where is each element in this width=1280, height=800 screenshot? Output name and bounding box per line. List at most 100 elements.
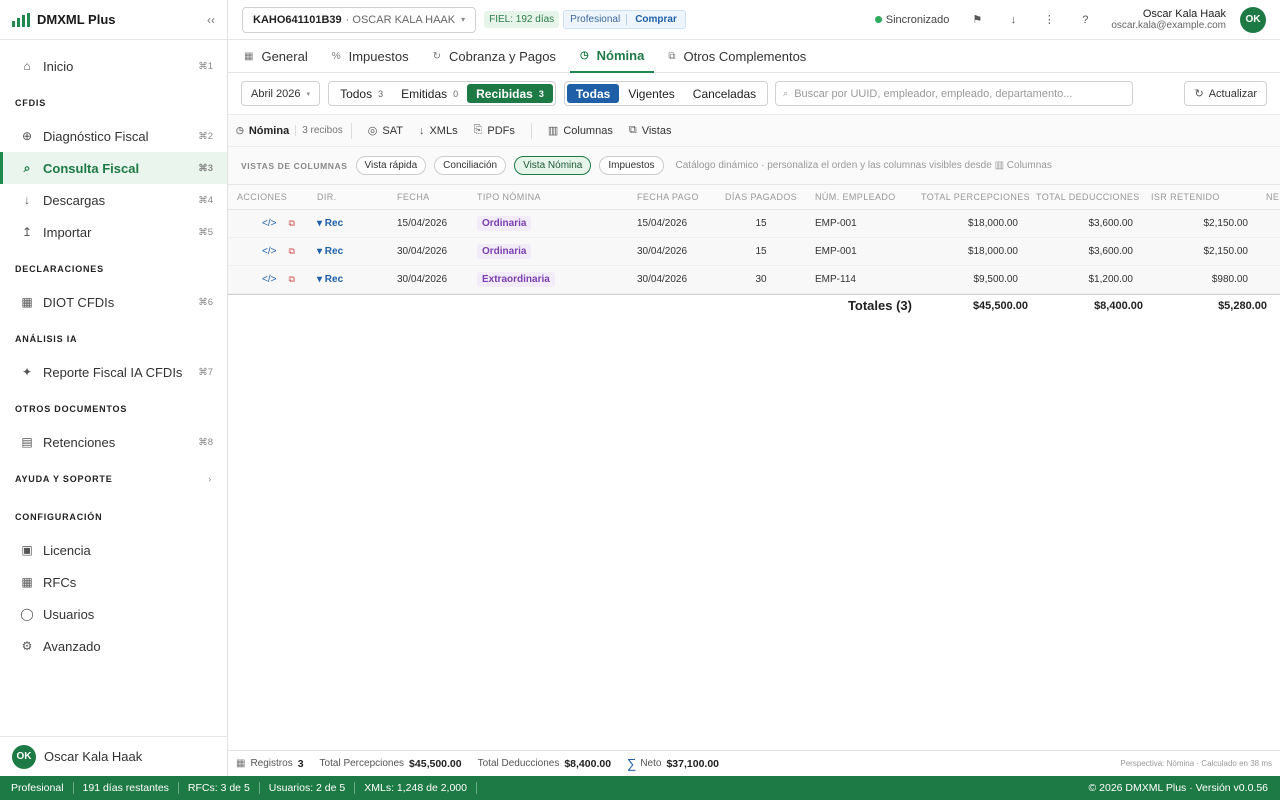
nav-section-label: CONFIGURACIÓN (15, 512, 103, 522)
nav-section-ayuda-y-soporte[interactable]: AYUDA Y SOPORTE › (0, 462, 227, 496)
column-header-tipo-nomina[interactable]: TIPO NÓMINA (468, 192, 628, 202)
download-icon: ↓ (24, 193, 30, 207)
avatar[interactable]: OK (1240, 6, 1266, 33)
table-row[interactable]: </> ⧉ ▾ Rec 30/04/2026 Extraordinaria 30/04/2… (228, 266, 1280, 294)
sidebar-item-diagnostico-fiscal[interactable]: ⊕ Diagnóstico Fiscal ⌘2 (0, 120, 227, 152)
view-chip-vista-rapida[interactable]: Vista rápida (355, 156, 427, 175)
filter-todas[interactable]: Todas (566, 84, 620, 103)
deductions-cell: $3,600.00 (1088, 246, 1134, 257)
xmls-button[interactable]: ↓ XMLs (411, 125, 466, 137)
column-views: VISTAS DE COLUMNAS Vista rápida Conciliac… (228, 147, 1280, 185)
direction-cell: ▾ Rec (308, 274, 388, 285)
filter-count: 0 (453, 88, 459, 99)
sidebar-item-avanzado[interactable]: ⚙ Avanzado (0, 630, 227, 662)
month-selector[interactable]: Abril 2026 ▾ (241, 81, 321, 106)
user-block[interactable]: Oscar Kala Haak oscar.kala@example.com (1111, 8, 1226, 32)
sidebar-item-usuarios[interactable]: ◯ Usuarios (0, 598, 227, 630)
isr-cell: $980.00 (1211, 274, 1248, 285)
filter-vigentes[interactable]: Vigentes (619, 84, 683, 103)
deductions-cell: $1,200.00 (1088, 274, 1134, 285)
shortcut-hint: ⌘2 (198, 130, 213, 142)
filter-canceladas[interactable]: Canceladas (684, 84, 765, 103)
sidebar-item-rfcs[interactable]: ▦ RFCs (0, 566, 227, 598)
flag-icon[interactable]: ⚑ (959, 13, 995, 26)
search-input[interactable] (794, 87, 1115, 100)
pdf-icon[interactable]: ⧉ (288, 274, 294, 285)
complements-icon: ⧉ (668, 51, 676, 62)
sidebar-item-descargas[interactable]: ↓ Descargas ⌘4 (0, 184, 227, 216)
direction-cell-value[interactable]: ▾ Rec (317, 274, 343, 285)
sidebar-item-reporte-fiscal-ia-cfdis[interactable]: ✦ Reporte Fiscal IA CFDIs ⌘7 (0, 356, 227, 388)
chevron-down-icon: ▾ (306, 90, 311, 98)
filter-count: 3 (378, 88, 384, 99)
view-chip-vista-nomina[interactable]: Vista Nómina (514, 156, 592, 175)
sidebar-item-consulta-fiscal[interactable]: ⌕ Consulta Fiscal ⌘3 (0, 152, 227, 184)
column-header-total-percepciones[interactable]: TOTAL PERCEPCIONES (912, 192, 1030, 202)
column-header-dias-pagados[interactable]: DÍAS PAGADOS (716, 192, 806, 202)
download-icon[interactable]: ↓ (995, 14, 1031, 26)
filter-emitidas[interactable]: Emitidas 0 (392, 84, 467, 103)
refresh-button[interactable]: ↻ Actualizar (1184, 81, 1267, 106)
sidebar-item-diot-cfdis[interactable]: ▦ DIOT CFDIs ⌘6 (0, 286, 227, 318)
views-label: VISTAS DE COLUMNAS (241, 160, 348, 171)
help-icon[interactable]: ? (1067, 14, 1103, 26)
view-chip-conciliacion[interactable]: Conciliación (434, 156, 507, 175)
filter-recibidas[interactable]: Recibidas 3 (467, 84, 553, 103)
tool-label: Vistas (641, 124, 672, 137)
row-action-group: </> ⧉ (237, 218, 299, 229)
table-body: </> ⧉ ▾ Rec 15/04/2026 Ordinaria 15/04/2026 15… (228, 210, 1280, 294)
perceptions-cell: $18,000.00 (967, 246, 1018, 257)
sync-label: Sincronizado (885, 13, 950, 26)
chevron-right-icon: › (208, 474, 212, 484)
sidebar-item-importar[interactable]: ↥ Importar ⌘5 (0, 216, 227, 248)
tab-otros-complementos[interactable]: ⧉ Otros Complementos (658, 40, 816, 73)
sidebar-item-retenciones[interactable]: ▤ Retenciones ⌘8 (0, 426, 227, 458)
column-header-total-deducciones[interactable]: TOTAL DEDUCCIONES (1027, 192, 1142, 202)
sat-button[interactable]: ◎ SAT (360, 124, 411, 138)
sidebar-item-licencia[interactable]: ▣ Licencia (0, 534, 227, 566)
columnas-button[interactable]: ▥ Columnas (540, 124, 621, 138)
pdfs-button[interactable]: ⎘ PDFs (466, 124, 523, 137)
tab-label: Cobranza y Pagos (448, 49, 556, 64)
tab-impuestos[interactable]: % Impuestos (322, 40, 419, 73)
column-header-ne[interactable]: NE (1257, 192, 1280, 202)
shortcut-hint: ⌘3 (198, 162, 213, 174)
sidebar-user[interactable]: OK Oscar Kala Haak (0, 736, 227, 776)
date-cell: 30/04/2026 (397, 274, 448, 285)
search-box[interactable]: ⌕ (775, 81, 1134, 106)
payroll-type-cell-value: Extraordinaria (477, 272, 555, 287)
column-header-fecha[interactable]: FECHA (388, 192, 468, 202)
pdf-icon[interactable]: ⧉ (288, 218, 294, 229)
view-chip-impuestos[interactable]: Impuestos (599, 156, 664, 175)
xml-code-icon[interactable]: </> (262, 246, 276, 257)
direction-cell-value[interactable]: ▾ Rec (317, 246, 343, 257)
nav-section-cfdis: CFDIS (0, 86, 227, 120)
tab-nomina[interactable]: ◷ Nómina (569, 40, 655, 73)
pdf-icon[interactable]: ⧉ (288, 246, 294, 257)
direction-cell-value[interactable]: ▾ Rec (317, 218, 343, 229)
xml-code-icon[interactable]: </> (262, 218, 276, 229)
collapse-sidebar-icon[interactable]: ‹‹ (207, 13, 215, 27)
tab-general[interactable]: ▦ General (234, 40, 318, 73)
table-row[interactable]: </> ⧉ ▾ Rec 15/04/2026 Ordinaria 15/04/2026 15… (228, 210, 1280, 238)
column-header-num-empleado[interactable]: NÚM. EMPLEADO (806, 192, 912, 202)
filter-label: Emitidas (401, 86, 448, 101)
more-icon[interactable]: ⋮ (1031, 13, 1067, 26)
sidebar: DMXML Plus ‹‹ ⌂ Inicio ⌘1 CFDIS ⊕ Diagnóstico… (0, 0, 228, 776)
filter-todos[interactable]: Todos 3 (331, 84, 392, 103)
rfc-selector[interactable]: KAHO641101B39 · OSCAR KALA HAAK ▾ (242, 6, 477, 33)
column-header-acciones[interactable]: ACCIONES (228, 192, 308, 202)
filter-label: Todos (340, 86, 373, 101)
status-bar: Profesional 191 días restantes RFCs: 3 de … (0, 776, 1280, 800)
status-filter: Todas Vigentes Canceladas (563, 81, 769, 106)
table-row[interactable]: </> ⧉ ▾ Rec 30/04/2026 Ordinaria 30/04/2026 15… (228, 238, 1280, 266)
column-header-dir[interactable]: DIR. (308, 192, 388, 202)
sidebar-item-inicio[interactable]: ⌂ Inicio ⌘1 (0, 50, 227, 82)
buy-button[interactable]: Comprar (627, 14, 685, 25)
tab-cobranza-y-pagos[interactable]: ↻ Cobranza y Pagos (423, 40, 566, 73)
xml-code-icon[interactable]: </> (262, 274, 276, 285)
column-header-isr-retenido[interactable]: ISR RETENIDO (1142, 192, 1257, 202)
column-header-fecha-pago[interactable]: FECHA PAGO (628, 192, 716, 202)
payment-date-cell: 30/04/2026 (637, 246, 688, 257)
vistas-button[interactable]: ⧉ Vistas (621, 124, 680, 137)
